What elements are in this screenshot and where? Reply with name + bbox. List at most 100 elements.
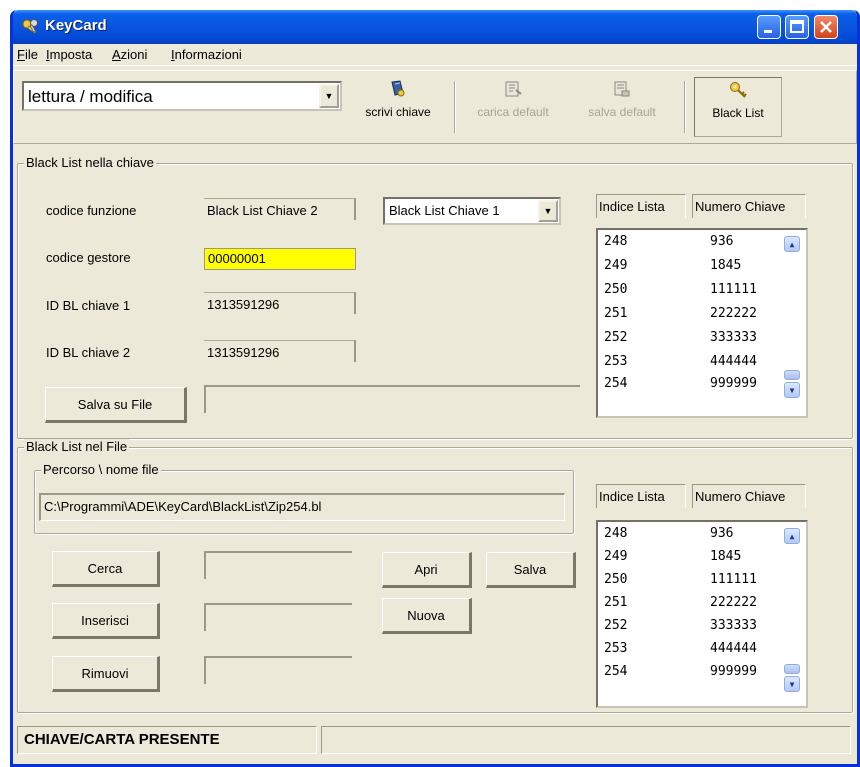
list-item-number: 444444 <box>710 641 757 656</box>
bl-id2-value: 1313591296 <box>204 340 356 362</box>
list-item-number: 1845 <box>710 549 742 564</box>
menu-informazioni-label: nformazioni <box>174 47 242 62</box>
menu-azioni[interactable]: Azioni <box>112 47 147 62</box>
write-key-button[interactable]: scrivi chiave <box>348 79 448 119</box>
manager-code-label: codice gestore <box>46 250 131 265</box>
scroll-down-icon[interactable]: ▼ <box>784 382 800 398</box>
scrollbar-thumb[interactable] <box>784 370 800 380</box>
load-default-button[interactable]: carica default <box>461 79 565 119</box>
scroll-up-icon[interactable]: ▲ <box>784 236 800 252</box>
new-button[interactable]: Nuova <box>382 598 472 634</box>
list-item-index: 252 <box>604 618 628 633</box>
bl-id1-label: ID BL chiave 1 <box>46 298 131 313</box>
chevron-down-icon[interactable]: ▼ <box>319 84 339 108</box>
list-item-number: 111111 <box>710 282 757 297</box>
key-blacklist-group: Black List nella chiave codice funzione … <box>17 155 853 439</box>
function-code-label: codice funzione <box>46 203 137 218</box>
open-button[interactable]: Apri <box>382 552 472 588</box>
save-button-label: Salva <box>513 561 547 577</box>
path-group-title: Percorso \ nome file <box>41 462 161 477</box>
status-bar: CHIAVE/CARTA PRESENTE <box>13 722 857 756</box>
load-default-label: carica default <box>477 105 549 119</box>
open-button-label: Apri <box>414 561 438 577</box>
list-item-index: 251 <box>604 306 628 321</box>
menu-file-label: ile <box>24 47 38 62</box>
maximize-button[interactable] <box>785 15 809 39</box>
key-icon <box>730 82 747 98</box>
menu-file[interactable]: File <box>17 47 38 62</box>
insert-field[interactable] <box>204 603 352 631</box>
list-item-number: 444444 <box>710 354 757 369</box>
save-to-file-label: Salva su File <box>77 396 153 412</box>
list-item-index: 250 <box>604 282 628 297</box>
list-header-number[interactable]: Numero Chiave <box>692 484 806 508</box>
bl-id1-value: 1313591296 <box>204 292 356 314</box>
file-blacklist-list[interactable]: 248 936 249 1845 250 111111 251 222222 252 33… <box>596 520 808 708</box>
write-key-label: scrivi chiave <box>365 105 431 119</box>
list-header-index[interactable]: Indice Lista <box>596 194 686 218</box>
group-title: Black List nella chiave <box>24 155 156 170</box>
list-item-number: 333333 <box>710 330 757 345</box>
menu-informazioni[interactable]: Informazioni <box>171 47 242 62</box>
list-item-number: 936 <box>710 234 734 249</box>
minimize-button[interactable] <box>757 15 781 39</box>
save-button[interactable]: Salva <box>486 552 576 588</box>
file-blacklist-group: Black List nel File Percorso \ nome file… <box>17 439 853 713</box>
list-item-index: 254 <box>604 376 628 391</box>
chevron-down-icon[interactable]: ▼ <box>538 200 558 222</box>
list-item-index: 248 <box>604 234 628 249</box>
scroll-down-icon[interactable]: ▼ <box>784 676 800 692</box>
keycard-window: KeyCard File Imposta Azioni Informazioni… <box>10 10 860 767</box>
list-item-number: 999999 <box>710 664 757 679</box>
list-item-index: 249 <box>604 258 628 273</box>
close-button[interactable] <box>814 15 838 39</box>
remove-field[interactable] <box>204 656 352 684</box>
toolbar: lettura / modifica ▼ scrivi chiave caric… <box>13 70 857 144</box>
list-item-number: 333333 <box>710 618 757 633</box>
save-default-label: salva default <box>588 105 656 119</box>
list-item-number: 222222 <box>710 595 757 610</box>
list-item-index: 248 <box>604 526 628 541</box>
list-item-index: 249 <box>604 549 628 564</box>
mode-select-value: lettura / modifica <box>28 87 153 106</box>
toolbar-separator <box>454 81 456 133</box>
search-field[interactable] <box>204 551 352 579</box>
list-item-number: 222222 <box>710 306 757 321</box>
list-item-index: 252 <box>604 330 628 345</box>
list-item-index: 251 <box>604 595 628 610</box>
title-bar[interactable]: KeyCard <box>13 10 857 44</box>
bl-id2-label: ID BL chiave 2 <box>46 345 131 360</box>
scroll-up-icon[interactable]: ▲ <box>784 528 800 544</box>
window-title: KeyCard <box>45 17 107 34</box>
insert-button[interactable]: Inserisci <box>52 603 160 639</box>
menu-imposta-label: mposta <box>49 47 93 62</box>
function-code-select[interactable]: Black List Chiave 1 ▼ <box>383 197 561 225</box>
close-icon <box>820 21 832 33</box>
status-text: CHIAVE/CARTA PRESENTE <box>17 726 317 754</box>
list-header-index[interactable]: Indice Lista <box>596 484 686 508</box>
key-blacklist-list[interactable]: 248 936 249 1845 250 111111 251 222222 252 33… <box>596 228 808 418</box>
save-file-path-field[interactable] <box>204 385 580 413</box>
save-default-icon <box>614 81 630 97</box>
maximize-icon <box>790 20 804 33</box>
list-header-number[interactable]: Numero Chiave <box>692 194 806 218</box>
search-button-label: Cerca <box>87 560 123 576</box>
black-list-label: Black List <box>712 106 764 120</box>
menu-azioni-accel: A <box>112 47 121 62</box>
remove-button[interactable]: Rimuovi <box>52 656 160 692</box>
menu-file-accel: F <box>17 47 25 62</box>
mode-select[interactable]: lettura / modifica ▼ <box>22 81 342 111</box>
manager-code-field[interactable]: 00000001 <box>204 248 356 270</box>
black-list-button[interactable]: Black List <box>694 77 782 137</box>
search-button[interactable]: Cerca <box>52 551 160 587</box>
save-to-file-button[interactable]: Salva su File <box>45 387 187 423</box>
list-item-index: 250 <box>604 572 628 587</box>
insert-button-label: Inserisci <box>81 612 129 628</box>
path-group: Percorso \ nome file C:\Programmi\ADE\Ke… <box>34 462 574 534</box>
scrollbar-thumb[interactable] <box>784 664 800 674</box>
file-path-field[interactable]: C:\Programmi\ADE\KeyCard\BlackList\Zip25… <box>39 493 565 521</box>
save-default-button[interactable]: salva default <box>570 79 674 119</box>
list-item-index: 253 <box>604 641 628 656</box>
menu-azioni-label: zioni <box>120 47 148 62</box>
menu-imposta[interactable]: Imposta <box>46 47 92 62</box>
